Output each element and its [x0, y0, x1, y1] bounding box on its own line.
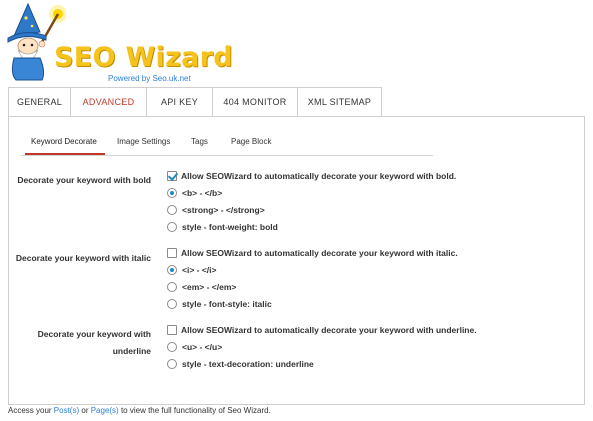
bold-option-b-label: <b> - </b> — [182, 188, 223, 198]
radio-icon — [167, 359, 177, 369]
checkbox-icon — [167, 325, 177, 335]
footer-suffix: to view the full functionality of Seo Wi… — [118, 406, 271, 415]
bold-allow-label: Allow SEOWizard to automatically decorat… — [181, 171, 457, 181]
posts-link[interactable]: Post(s) — [54, 406, 79, 415]
active-subtab-indicator — [25, 153, 105, 155]
italic-option-em-label: <em> - </em> — [182, 282, 237, 292]
italic-allow-checkbox[interactable]: Allow SEOWizard to automatically decorat… — [167, 247, 458, 259]
bold-section-label: Decorate your keyword with bold — [17, 175, 151, 185]
subtab-keyword-decorate[interactable]: Keyword Decorate — [31, 137, 97, 146]
tab-xml-sitemap[interactable]: XML SITEMAP — [297, 87, 382, 117]
seo-wizard-logo: SEO Wizard Powered by Seo.uk.net — [6, 2, 233, 86]
bold-allow-checkbox[interactable]: Allow SEOWizard to automatically decorat… — [167, 170, 456, 182]
radio-icon — [167, 222, 177, 232]
italic-option-i-label: <i> - </i> — [182, 265, 217, 275]
radio-icon — [167, 205, 177, 215]
italic-option-i[interactable]: <i> - </i> — [167, 264, 217, 276]
subtab-tags[interactable]: Tags — [191, 137, 208, 146]
radio-selected-icon — [167, 265, 177, 275]
footer-prefix: Access your — [8, 406, 54, 415]
bold-option-strong-label: <strong> - </strong> — [182, 205, 265, 215]
logo-title: SEO Wizard — [54, 42, 233, 73]
tab-general[interactable]: GENERAL — [8, 87, 70, 117]
tab-404-monitor[interactable]: 404 MONITOR — [212, 87, 297, 117]
subtab-image-settings[interactable]: Image Settings — [117, 137, 170, 146]
main-tab-bar: GENERAL ADVANCED API KEY 404 MONITOR XML… — [8, 87, 382, 117]
settings-panel: Keyword Decorate Image Settings Tags Pag… — [8, 116, 585, 405]
underline-allow-label: Allow SEOWizard to automatically decorat… — [181, 325, 477, 335]
italic-allow-label: Allow SEOWizard to automatically decorat… — [181, 248, 458, 258]
bold-option-strong[interactable]: <strong> - </strong> — [167, 204, 265, 216]
bold-option-style[interactable]: style - font-weight: bold — [167, 221, 278, 233]
radio-icon — [167, 282, 177, 292]
radio-selected-icon — [167, 188, 177, 198]
checkbox-icon — [167, 248, 177, 258]
underline-option-style[interactable]: style - text-decoration: underline — [167, 358, 314, 370]
italic-option-em[interactable]: <em> - </em> — [167, 281, 236, 293]
underline-allow-checkbox[interactable]: Allow SEOWizard to automatically decorat… — [167, 324, 477, 336]
footer-middle: or — [79, 406, 91, 415]
sub-tab-bar: Keyword Decorate Image Settings Tags Pag… — [21, 132, 433, 156]
tab-api-key[interactable]: API KEY — [146, 87, 212, 117]
italic-section-label: Decorate your keyword with italic — [15, 253, 151, 263]
underline-option-u-label: <u> - </u> — [182, 342, 223, 352]
tab-advanced[interactable]: ADVANCED — [70, 87, 146, 117]
bold-option-b[interactable]: <b> - </b> — [167, 187, 222, 199]
pages-link[interactable]: Page(s) — [91, 406, 119, 415]
underline-section-label: Decorate your keyword with underline — [37, 329, 151, 356]
italic-option-style[interactable]: style - font-style: italic — [167, 298, 272, 310]
underline-option-style-label: style - text-decoration: underline — [182, 359, 314, 369]
radio-icon — [167, 299, 177, 309]
radio-icon — [167, 342, 177, 352]
bold-option-style-label: style - font-weight: bold — [182, 222, 278, 232]
subtab-page-block[interactable]: Page Block — [231, 137, 271, 146]
footer-note: Access your Post(s) or Page(s) to view t… — [8, 406, 271, 415]
checkbox-checked-icon — [167, 171, 177, 181]
italic-option-style-label: style - font-style: italic — [182, 299, 272, 309]
underline-option-u[interactable]: <u> - </u> — [167, 341, 222, 353]
logo-subtitle: Powered by Seo.uk.net — [108, 74, 191, 83]
